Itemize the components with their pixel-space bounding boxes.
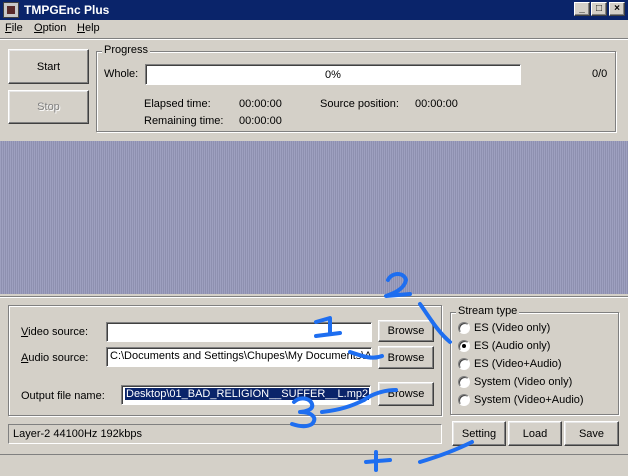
start-button[interactable]: Start — [8, 49, 89, 84]
video-browse-button[interactable]: Browse — [378, 320, 434, 342]
remaining-label: Remaining time: — [144, 115, 224, 127]
audio-source-label: Audio source: — [21, 352, 89, 364]
menu-separator — [0, 38, 628, 40]
maximize-button[interactable]: □ — [591, 2, 607, 16]
stream-system-video-only[interactable]: System (Video only) — [458, 376, 572, 388]
source-position-value: 00:00:00 — [415, 98, 458, 110]
stream-es-audio-only[interactable]: ES (Audio only) — [458, 340, 550, 352]
title-bar[interactable]: TMPGEnc Plus _ □ × — [0, 0, 628, 20]
whole-progress-value: 0% — [325, 68, 341, 81]
load-button[interactable]: Load — [508, 421, 562, 446]
setting-button[interactable]: Setting — [452, 421, 506, 446]
stream-option-label: ES (Video+Audio) — [474, 358, 562, 370]
remaining-value: 00:00:00 — [239, 115, 282, 127]
stream-option-label: ES (Video only) — [474, 322, 551, 334]
status-bar: Layer-2 44100Hz 192kbps — [8, 424, 442, 444]
minimize-button[interactable]: _ — [574, 2, 590, 16]
stream-es-video-only[interactable]: ES (Video only) — [458, 322, 550, 334]
output-file-value: Desktop\01_BAD_RELIGION__SUFFER__L.mp2 — [125, 388, 370, 400]
menu-file[interactable]: File — [5, 22, 23, 34]
elapsed-label: Elapsed time: — [144, 98, 211, 110]
stream-option-label: ES (Audio only) — [474, 340, 551, 352]
radio-es-audio-only[interactable] — [458, 340, 470, 352]
whole-label: Whole: — [104, 68, 139, 80]
video-source-label: Video source: — [21, 326, 89, 338]
stream-system-video-audio[interactable]: System (Video+Audio) — [458, 394, 584, 406]
progress-group-label: Progress — [102, 44, 151, 56]
save-button[interactable]: Save — [564, 421, 619, 446]
window-bottom-edge — [0, 454, 628, 476]
output-file-label: Output file name: — [21, 390, 105, 402]
audio-source-input[interactable]: C:\Documents and Settings\Chupes\My Docu… — [106, 347, 372, 367]
stream-option-label: System (Video+Audio) — [474, 394, 584, 406]
menu-help[interactable]: Help — [77, 22, 100, 34]
radio-system-video-only[interactable] — [458, 376, 470, 388]
menu-bar: File Option Help — [0, 20, 628, 38]
video-source-input[interactable] — [106, 322, 372, 342]
radio-es-video-audio[interactable] — [458, 358, 470, 370]
radio-system-video-audio[interactable] — [458, 394, 470, 406]
close-button[interactable]: × — [609, 2, 625, 16]
stream-es-video-audio[interactable]: ES (Video+Audio) — [458, 358, 562, 370]
window-title: TMPGEnc Plus — [24, 3, 110, 17]
output-file-input[interactable]: Desktop\01_BAD_RELIGION__SUFFER__L.mp2 — [121, 385, 371, 405]
whole-progress-bar: 0% — [145, 64, 521, 85]
source-position-label: Source position: — [320, 98, 399, 110]
lower-separator — [0, 296, 628, 298]
app-icon[interactable] — [3, 2, 19, 18]
elapsed-value: 00:00:00 — [239, 98, 282, 110]
stream-type-label: Stream type — [456, 305, 520, 317]
video-preview-area — [0, 141, 628, 294]
audio-browse-button[interactable]: Browse — [378, 346, 434, 369]
output-browse-button[interactable]: Browse — [378, 382, 434, 406]
stream-option-label: System (Video only) — [474, 376, 573, 388]
file-count: 0/0 — [592, 68, 608, 80]
menu-option[interactable]: Option — [34, 22, 66, 34]
radio-es-video-only[interactable] — [458, 322, 470, 334]
stop-button[interactable]: Stop — [8, 90, 89, 124]
